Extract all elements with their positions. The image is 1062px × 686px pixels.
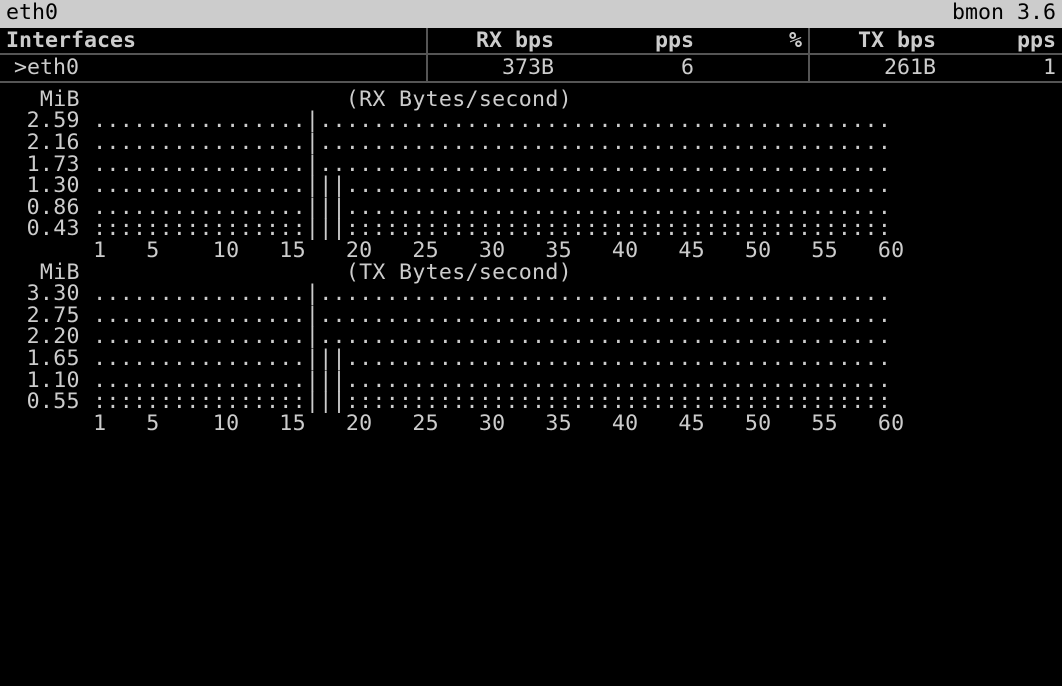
table-header: Interfaces RX bps pps % TX bps pps bbox=[0, 28, 1062, 56]
title-left: eth0 bbox=[6, 2, 58, 24]
cell-rx: 373B 6 bbox=[428, 55, 810, 81]
cell-interface: >eth0 bbox=[0, 55, 428, 81]
chart-rx: MiB (RX Bytes/second) 2.59 .............… bbox=[0, 89, 1062, 262]
col-header-interfaces: Interfaces bbox=[0, 28, 428, 54]
title-right: bmon 3.6 bbox=[952, 2, 1056, 24]
charts-area: MiB (RX Bytes/second) 2.59 .............… bbox=[0, 83, 1062, 435]
col-header-rx: RX bps pps % bbox=[428, 28, 810, 54]
table-row[interactable]: >eth0 373B 6 261B 1 bbox=[0, 55, 1062, 83]
col-header-tx: TX bps pps bbox=[810, 28, 1062, 54]
chart-tx: MiB (TX Bytes/second) 3.30 .............… bbox=[0, 262, 1062, 435]
title-bar: eth0 bmon 3.6 bbox=[0, 0, 1062, 28]
cell-tx: 261B 1 bbox=[810, 55, 1062, 81]
